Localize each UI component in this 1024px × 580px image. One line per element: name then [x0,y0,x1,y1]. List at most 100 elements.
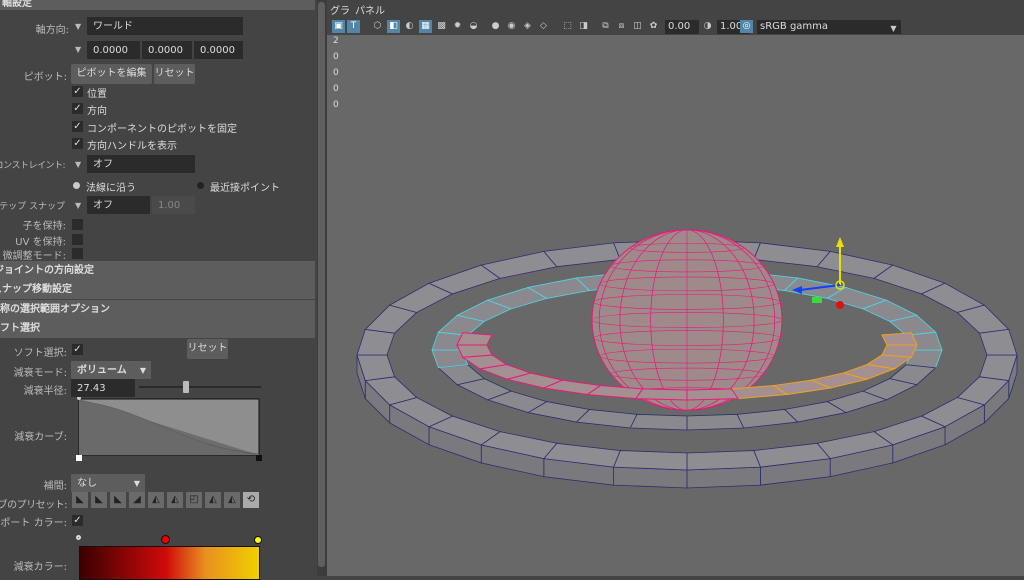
toolbar-tool-icon[interactable]: ◧ [387,20,400,33]
viewport[interactable]: グラ パネル ▣ T ⬡ ◧ ◐ ▦ ▩ ✹ ◒ ● ◉ ◈ ◇ ⬚ ◨ ⧉ ⧈ ◫ ✿ 0.00 ◑ 1.00 ◎… [327,0,1024,576]
toolbar-tool-icon[interactable]: ⬚ [561,20,574,33]
falloff-mode-dropdown[interactable]: ボリューム ▼ [71,361,151,379]
curve-preset-icon[interactable]: ◣ [91,492,107,508]
toolbar-tool-icon[interactable]: ⧉ [599,20,612,33]
scrollbar-thumb[interactable] [318,2,325,567]
panel-scrollbar[interactable] [317,0,327,576]
curve-preset-icon[interactable]: ◢ [129,492,145,508]
preserve-children-checkbox[interactable] [72,219,83,230]
toolbar-tool-icon[interactable]: ◉ [505,20,518,33]
curve-preset-icon[interactable]: ◭ [167,492,183,508]
soft-select-checkbox[interactable] [72,344,83,355]
toolbar-tool-icon[interactable]: ✿ [647,20,660,33]
ring-side-face [686,466,761,489]
toolbar-tool-icon[interactable]: T [347,20,360,33]
radio-normal[interactable] [73,182,80,189]
section-title: 対称の選択範囲オプション [0,304,110,315]
ring-top-face [356,328,396,356]
checkbox-position-label: 位置 [87,89,107,100]
section-title: 軸設定 [2,0,32,9]
gamma-icon[interactable]: ◑ [703,20,712,33]
section-soft-select[interactable]: ソフト選択 [0,319,315,338]
color-key-yellow[interactable] [254,536,262,544]
viewport-menubar: グラ パネル [327,0,1024,18]
falloff-radius-label: 減衰半径: [23,386,67,397]
toolbar-tool-icon[interactable]: ⧈ [615,20,628,33]
reset-preset-icon[interactable]: ⟲ [243,492,259,508]
constraint-label: フォーム コンストレイント: [0,161,66,171]
colorspace-icon[interactable]: ◎ [740,20,753,33]
section-symmetry[interactable]: 対称の選択範囲オプション [0,300,315,319]
move-x-handle [836,301,844,309]
axis-z-field[interactable]: 0.0000 [194,41,243,59]
viewport-color-checkbox[interactable] [72,515,83,526]
soft-select-reset-button[interactable]: リセット [187,339,228,359]
chevron-down-icon[interactable]: ▼ [887,22,900,35]
colorspace-dropdown[interactable]: sRGB gamma [757,20,901,34]
checkbox-orientation[interactable] [72,103,83,114]
step-snap-value[interactable]: 1.00 [152,196,195,214]
radio-normal-label: 法線に沿う [86,183,136,194]
curve-key-start[interactable] [76,455,82,461]
toolbar-tool-icon[interactable]: ◐ [403,20,416,33]
section-joint-orient[interactable]: ジョイントの方向設定 [0,261,315,280]
curve-preset-icon[interactable]: ◣ [72,492,88,508]
dropdown-arrow-icon[interactable]: ▼ [75,45,81,54]
falloff-curve-graph[interactable] [76,397,262,465]
toolbar-tool-icon[interactable]: ◫ [631,20,644,33]
axis-x-field[interactable]: 0.0000 [87,41,140,59]
dropdown-arrow-icon[interactable]: ▼ [75,160,81,169]
checkbox-position[interactable] [72,86,83,97]
toolbar-tool-icon[interactable]: ● [489,20,502,33]
chevron-down-icon: ▼ [139,366,146,375]
3d-scene[interactable] [327,35,1024,576]
curve-preset-icon[interactable]: ◭ [205,492,221,508]
curve-preset-icon[interactable]: ◭ [224,492,240,508]
falloff-radius-field[interactable]: 27.43 [71,379,135,397]
dropdown-arrow-icon[interactable]: ▼ [75,22,81,31]
radio-nearest[interactable] [197,182,204,189]
falloff-radius-slider-track[interactable] [139,386,261,388]
falloff-color-ramp[interactable] [79,546,260,580]
toolbar-tool-icon[interactable]: ✹ [451,20,464,33]
color-key-red[interactable] [161,535,170,544]
exposure-field[interactable]: 0.00 [665,20,699,34]
dropdown-arrow-icon[interactable]: ▼ [75,201,81,210]
toolbar-tool-icon[interactable]: ◈ [521,20,534,33]
constraint-dropdown[interactable]: オフ [87,155,195,173]
preserve-uv-checkbox[interactable] [72,234,83,245]
falloff-curve-label: 減衰カーブ: [14,432,67,443]
ring-side-face [613,466,688,489]
section-axis-settings[interactable]: 軸設定 [0,0,315,10]
menu-panels[interactable]: パネル [355,2,385,17]
pivot-reset-button[interactable]: リセット [154,64,195,84]
checkbox-show-handle[interactable] [72,138,83,149]
section-snap-move[interactable]: スナップ移動設定 [0,280,315,299]
toolbar-tool-icon[interactable]: ◇ [537,20,550,33]
curve-preset-icon[interactable]: ◰ [186,492,202,508]
falloff-radius-slider-handle[interactable] [183,381,190,393]
edit-pivot-button[interactable]: ピボットを編集 [71,64,152,84]
chevron-down-icon: ▼ [133,479,140,488]
interp-dropdown[interactable]: なし ▼ [71,474,145,492]
toolbar-tool-icon[interactable]: ◒ [467,20,480,33]
toolbar-tool-icon[interactable]: ▣ [332,20,345,33]
curve-preset-icon[interactable]: ◣ [110,492,126,508]
color-key-black[interactable] [76,535,81,540]
toolbar-tool-icon[interactable]: ▦ [419,20,432,33]
toolbar-tool-icon[interactable]: ▩ [435,20,448,33]
inner-ring-face [629,413,688,431]
selected-ring-face [456,344,493,358]
step-snap-dropdown[interactable]: オフ [87,196,150,214]
selected-ring-face [634,388,688,401]
axis-y-field[interactable]: 0.0000 [142,41,192,59]
curve-preset-icon[interactable]: ◭ [148,492,164,508]
menu-graphics[interactable]: グラ [330,2,350,17]
checkbox-pin-component-pivot[interactable] [72,121,83,132]
ring-top-face [753,242,831,268]
toolbar-tool-icon[interactable]: ⬡ [371,20,384,33]
tweak-mode-checkbox[interactable] [72,248,83,259]
toolbar-tool-icon[interactable]: ◨ [577,20,590,33]
curve-key-end[interactable] [256,455,262,461]
axis-dir-dropdown[interactable]: ワールド [87,17,243,35]
